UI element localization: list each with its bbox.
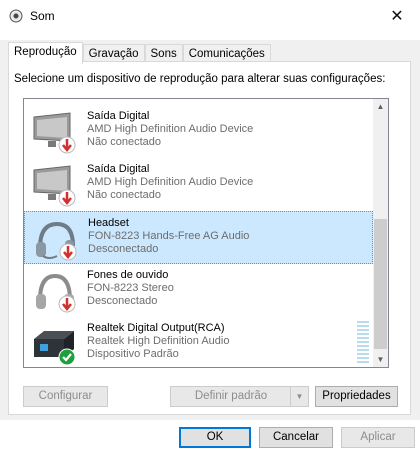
apply-button[interactable]: Aplicar xyxy=(341,427,415,448)
cancel-button[interactable]: Cancelar xyxy=(259,427,333,448)
volume-level-meter xyxy=(357,321,369,365)
device-text: Realtek Digital Output(RCA) Realtek High… xyxy=(87,322,229,361)
device-status: Desconectado xyxy=(88,243,159,255)
device-text: Headset FON-8223 Hands-Free AG Audio Des… xyxy=(88,217,249,256)
scroll-down-arrow-icon[interactable]: ▼ xyxy=(373,352,388,367)
device-status: Não conectado xyxy=(87,189,161,201)
device-name: Headset xyxy=(88,217,129,229)
list-item[interactable]: Fones de ouvido FON-8223 Stereo Desconec… xyxy=(24,264,373,317)
ok-button[interactable]: OK xyxy=(179,427,251,448)
scroll-up-arrow-icon[interactable]: ▲ xyxy=(373,99,388,114)
device-text: Saída Digital AMD High Definition Audio … xyxy=(87,163,253,202)
list-item[interactable]: Realtek Digital Output(RCA) Realtek High… xyxy=(24,317,373,367)
instruction-text: Selecione um dispositivo de reprodução p… xyxy=(14,73,386,85)
speaker-icon xyxy=(9,9,23,23)
device-driver: AMD High Definition Audio Device xyxy=(87,123,254,135)
list-item[interactable]: Saída Digital AMD High Definition Audio … xyxy=(24,158,373,211)
device-name: Realtek Digital Output(RCA) xyxy=(87,322,225,334)
monitor-speaker-icon xyxy=(33,165,76,207)
scroll-thumb[interactable] xyxy=(374,219,387,349)
title-bar: Som ✕ xyxy=(0,0,420,32)
close-button[interactable]: ✕ xyxy=(374,0,420,32)
configure-button[interactable]: Configurar xyxy=(23,386,108,407)
device-driver: AMD High Definition Audio Device xyxy=(87,176,254,188)
device-list[interactable]: Saída Digital AMD High Definition Audio … xyxy=(23,98,389,368)
device-status: Desconectado xyxy=(87,295,158,307)
device-status: Não conectado xyxy=(87,136,161,148)
digital-output-icon xyxy=(34,331,76,366)
list-item-selected[interactable]: Headset FON-8223 Hands-Free AG Audio Des… xyxy=(24,211,373,264)
chevron-down-icon[interactable]: ▼ xyxy=(290,387,308,406)
headphones-icon xyxy=(36,273,76,313)
device-name: Fones de ouvido xyxy=(87,269,169,281)
device-driver: Realtek High Definition Audio xyxy=(87,335,230,347)
playback-tab-content: Selecione um dispositivo de reprodução p… xyxy=(8,61,411,415)
headset-icon xyxy=(36,221,77,261)
monitor-speaker-icon xyxy=(33,112,76,154)
device-name: Saída Digital xyxy=(87,163,150,175)
properties-button[interactable]: Propriedades xyxy=(315,386,398,407)
device-driver: FON-8223 Stereo xyxy=(87,282,174,294)
list-item[interactable]: Saída Digital AMD High Definition Audio … xyxy=(24,105,373,158)
list-scrollbar[interactable]: ▲ ▼ xyxy=(373,99,388,367)
set-default-split-button[interactable]: Definir padrão ▼ xyxy=(170,386,309,407)
window-title: Som xyxy=(30,9,55,23)
tab-playback[interactable]: Reprodução xyxy=(8,42,83,64)
device-text: Saída Digital AMD High Definition Audio … xyxy=(87,110,253,149)
device-text: Fones de ouvido FON-8223 Stereo Desconec… xyxy=(87,269,174,308)
close-icon: ✕ xyxy=(390,8,404,25)
dialog-panel: Reprodução Gravação Sons Comunicações Se… xyxy=(0,40,420,420)
set-default-label: Definir padrão xyxy=(194,390,268,402)
tab-strip: Reprodução Gravação Sons Comunicações xyxy=(8,42,271,64)
device-name: Saída Digital xyxy=(87,110,150,122)
device-status: Dispositivo Padrão xyxy=(87,348,179,360)
device-driver: FON-8223 Hands-Free AG Audio xyxy=(88,230,250,242)
